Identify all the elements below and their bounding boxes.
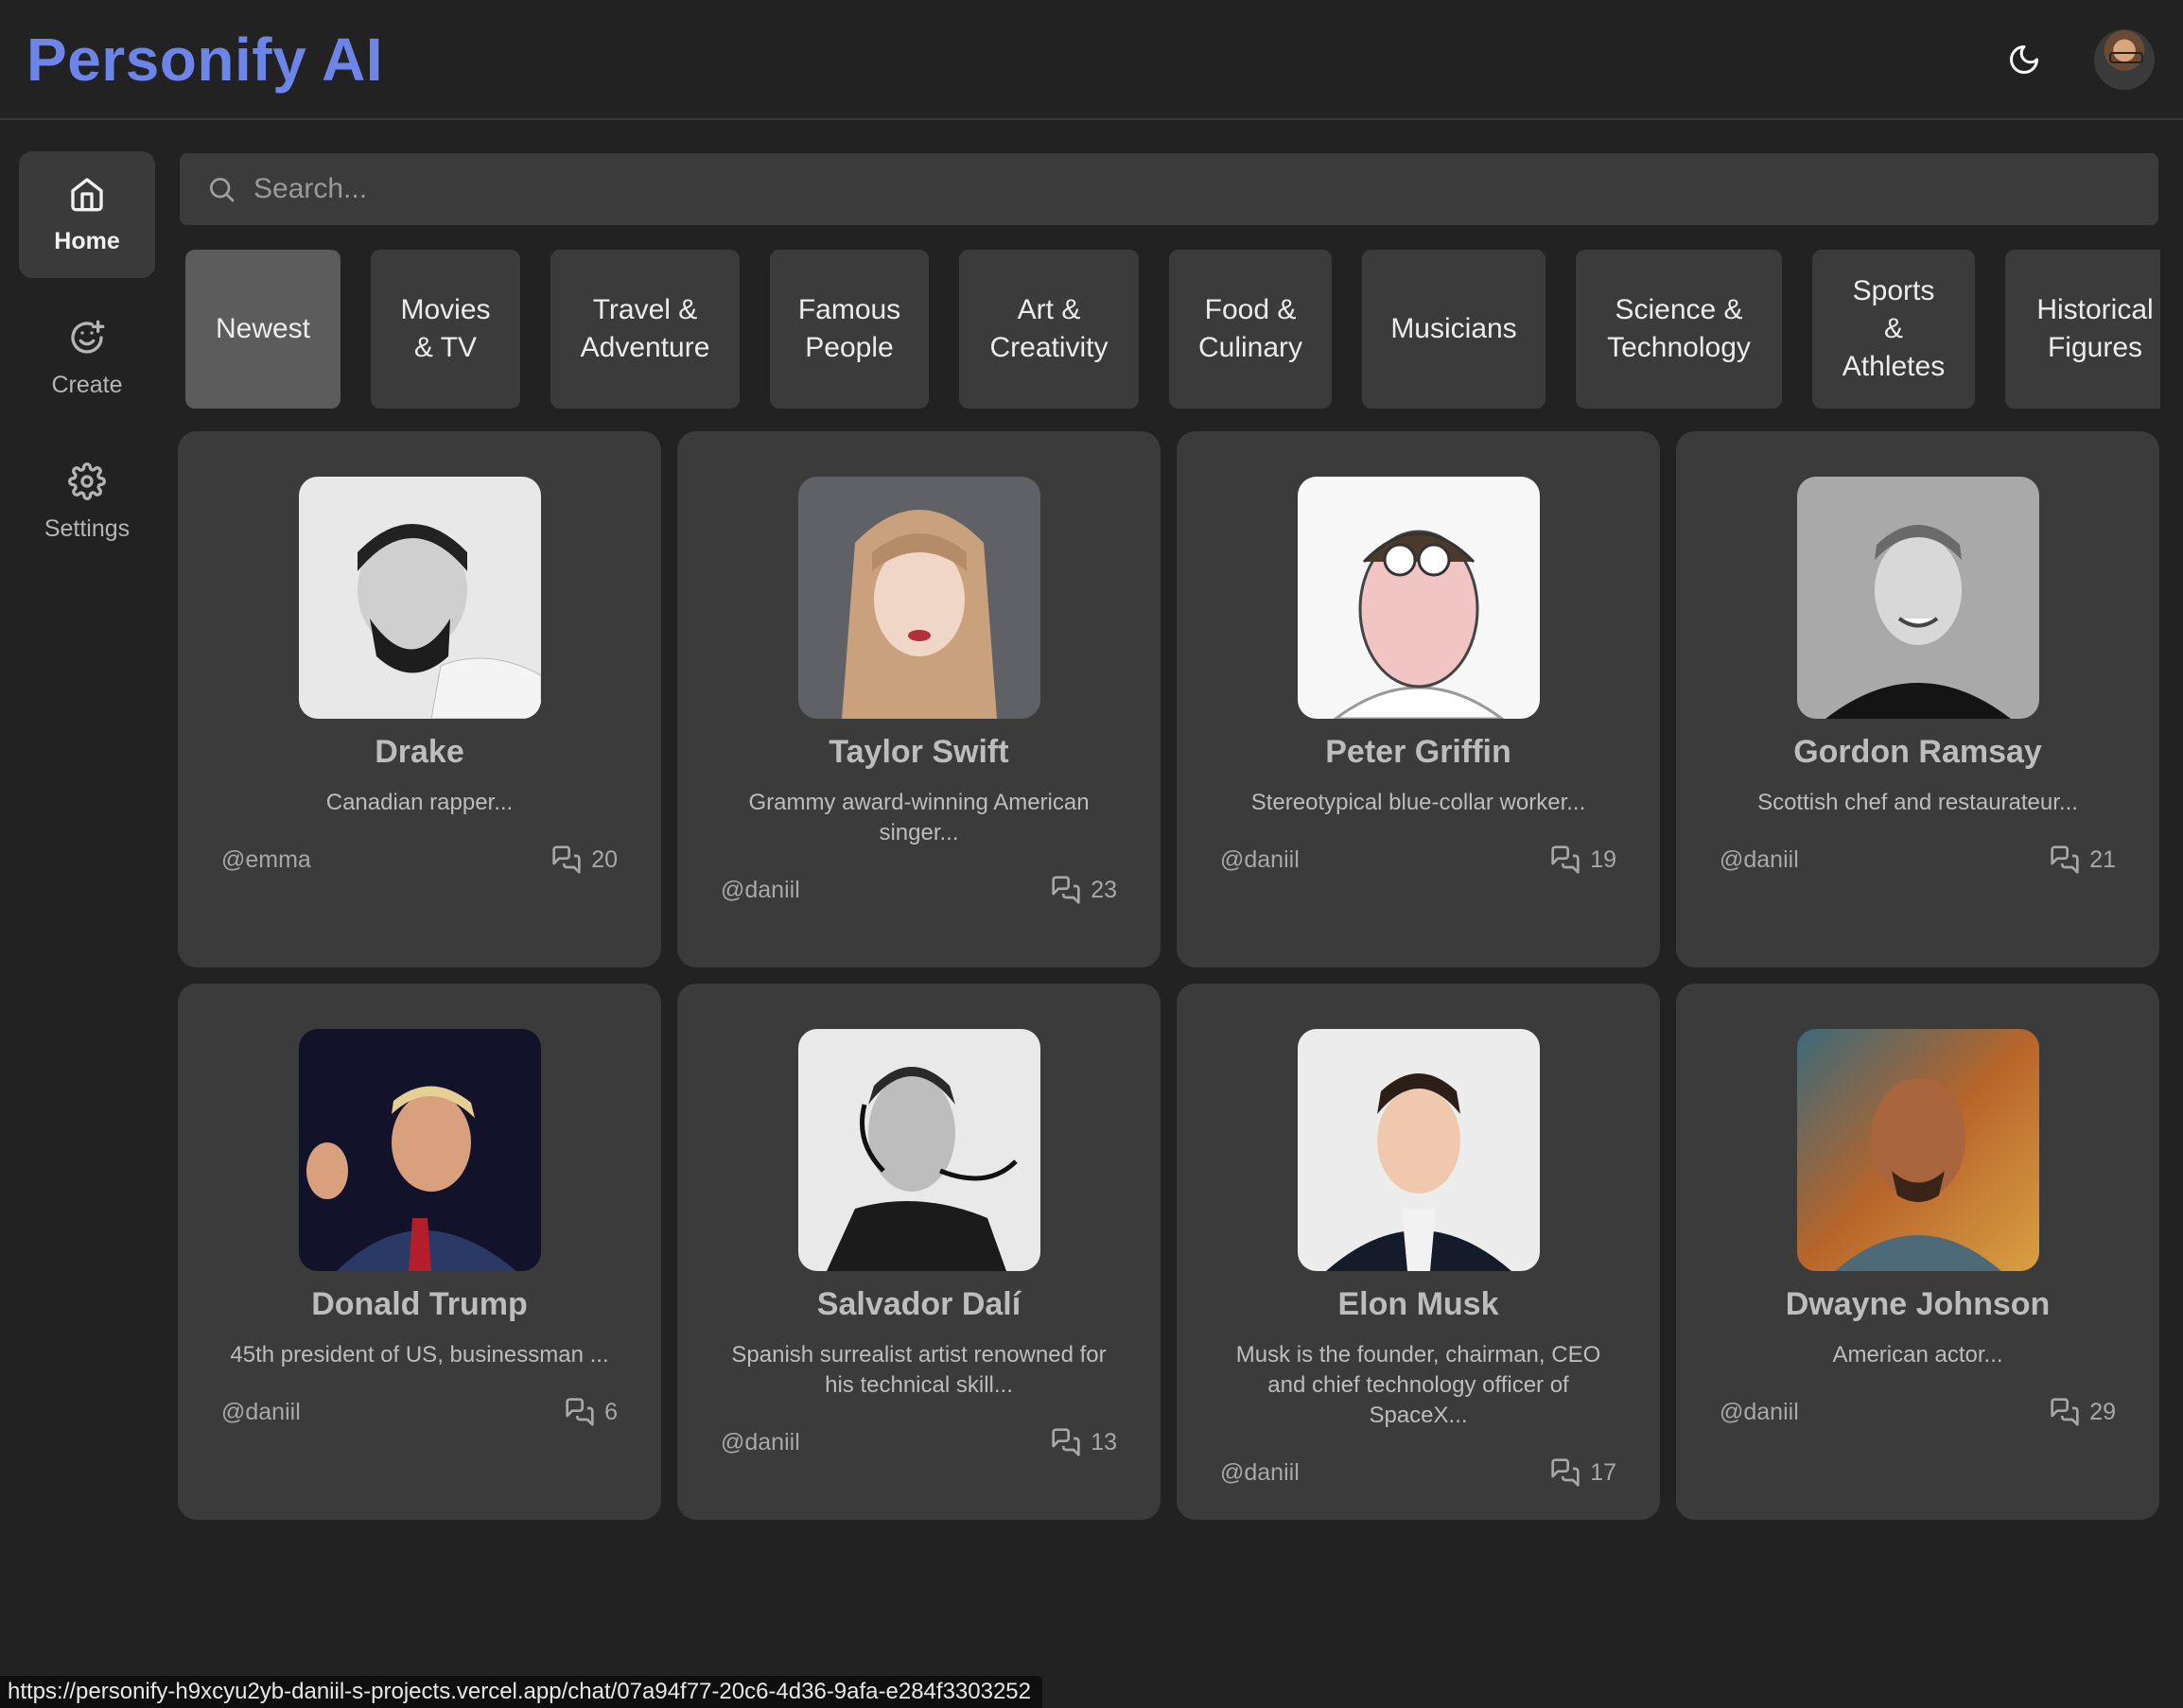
character-author: @daniil <box>1720 845 1799 873</box>
chat-count: 23 <box>1091 876 1117 903</box>
character-portrait <box>298 1029 541 1271</box>
character-author: @emma <box>221 845 311 873</box>
character-portrait <box>1297 477 1540 719</box>
character-name: Taylor Swift <box>829 734 1009 770</box>
character-description: Spanish surrealist artist renowned for h… <box>731 1342 1107 1398</box>
link-status-bar: https://personify-h9xcyu2yb-daniil-s-pro… <box>0 1676 1043 1708</box>
character-name: Elon Musk <box>1337 1286 1499 1322</box>
app-logo[interactable]: Personify AI <box>26 25 383 95</box>
category-historical-figures[interactable]: Historical Figures <box>2005 250 2160 409</box>
character-grid: Drake Canadian rapper... @emma 20 Taylor… <box>178 431 2160 1520</box>
character-card-drake[interactable]: Drake Canadian rapper... @emma 20 <box>178 431 661 967</box>
chat-count: 13 <box>1091 1428 1117 1455</box>
sidebar-item-label: Home <box>54 227 120 254</box>
character-name: Dwayne Johnson <box>1785 1286 2051 1322</box>
chat-bubbles-icon <box>2051 1398 2079 1426</box>
character-description: Musk is the founder, chairman, CEO and c… <box>1235 1342 1601 1428</box>
search-bar <box>180 153 2158 225</box>
character-description: Scottish chef and restaurateur... <box>1757 790 2078 815</box>
character-description: Stereotypical blue-collar worker... <box>1250 790 1586 815</box>
chat-count: 20 <box>591 845 618 873</box>
search-icon <box>210 178 235 202</box>
category-food-culinary[interactable]: Food & Culinary <box>1169 250 1332 409</box>
category-famous-people[interactable]: Famous People <box>770 250 929 409</box>
sidebar-item-home[interactable]: Home <box>19 151 155 278</box>
character-author: @daniil <box>721 876 800 903</box>
character-description: Canadian rapper... <box>325 790 514 815</box>
chat-count: 6 <box>604 1398 618 1425</box>
character-author: @daniil <box>221 1398 301 1425</box>
character-name: Drake <box>375 734 464 770</box>
character-description: 45th president of US, businessman ... <box>230 1342 609 1368</box>
chat-bubbles-icon <box>2051 845 2079 874</box>
create-icon <box>71 320 105 354</box>
category-newest[interactable]: Newest <box>185 250 341 409</box>
character-description: American actor... <box>1832 1342 2003 1368</box>
character-name: Gordon Ramsay <box>1793 734 2042 770</box>
category-musicians[interactable]: Musicians <box>1362 250 1546 409</box>
gear-icon <box>68 462 106 500</box>
chat-count: 29 <box>2089 1398 2116 1425</box>
top-bar: Personify AI <box>0 0 2183 120</box>
chat-bubbles-icon <box>1052 876 1080 904</box>
character-portrait <box>1297 1029 1540 1271</box>
character-card-dwayne-johnson[interactable]: Dwayne Johnson American actor... @daniil… <box>1676 984 2159 1520</box>
chat-bubbles-icon <box>566 1398 594 1426</box>
category-art-creativity[interactable]: Art & Creativity <box>959 250 1139 409</box>
character-portrait <box>797 477 1040 719</box>
character-portrait <box>1796 477 2039 719</box>
sidebar-item-label: Settings <box>44 514 131 542</box>
sidebar-item-settings[interactable]: Settings <box>19 439 155 566</box>
sidebar-item-label: Create <box>51 371 123 398</box>
chat-bubbles-icon <box>1052 1428 1080 1456</box>
chat-count: 21 <box>2089 845 2116 873</box>
home-icon <box>71 177 103 211</box>
character-name: Donald Trump <box>311 1286 528 1322</box>
character-card-donald-trump[interactable]: Donald Trump 45th president of US, busin… <box>178 984 661 1520</box>
search-input[interactable] <box>253 173 2132 205</box>
user-avatar[interactable] <box>2094 28 2155 90</box>
theme-toggle-button[interactable] <box>2001 37 2047 82</box>
moon-icon <box>2010 44 2038 74</box>
character-author: @daniil <box>1720 1398 1799 1425</box>
character-card-elon-musk[interactable]: Elon Musk Musk is the founder, chairman,… <box>1177 984 1660 1520</box>
category-science-technology[interactable]: Science & Technology <box>1576 250 1782 409</box>
category-travel-adventure[interactable]: Travel & Adventure <box>550 250 740 409</box>
chat-count: 17 <box>1590 1458 1616 1486</box>
character-author: @daniil <box>1220 845 1300 873</box>
category-sports-athletes[interactable]: Sports & Athletes <box>1812 250 1975 409</box>
character-card-gordon-ramsay[interactable]: Gordon Ramsay Scottish chef and restaura… <box>1676 431 2159 967</box>
character-card-taylor-swift[interactable]: Taylor Swift Grammy award-winning Americ… <box>677 431 1161 967</box>
character-name: Salvador Dalí <box>816 1286 1022 1322</box>
character-portrait <box>1796 1029 2039 1271</box>
category-movies-tv[interactable]: Movies & TV <box>371 250 520 409</box>
category-filter-row: Newest Movies & TV Travel & Adventure Fa… <box>185 250 2160 409</box>
chat-count: 19 <box>1590 845 1616 873</box>
chat-bubbles-icon <box>1551 1458 1580 1487</box>
character-portrait <box>797 1029 1040 1271</box>
character-portrait <box>298 477 541 719</box>
chat-bubbles-icon <box>552 845 581 874</box>
sidebar: Home Create Settings <box>19 151 155 566</box>
character-author: @daniil <box>1220 1458 1300 1486</box>
character-card-peter-griffin[interactable]: Peter Griffin Stereotypical blue-collar … <box>1177 431 1660 967</box>
character-author: @daniil <box>721 1428 800 1455</box>
chat-bubbles-icon <box>1551 845 1580 874</box>
character-card-salvador-dali[interactable]: Salvador Dalí Spanish surrealist artist … <box>677 984 1161 1520</box>
character-name: Peter Griffin <box>1325 734 1511 770</box>
character-description: Grammy award-winning American singer... <box>748 790 1090 845</box>
sidebar-item-create[interactable]: Create <box>19 295 155 422</box>
